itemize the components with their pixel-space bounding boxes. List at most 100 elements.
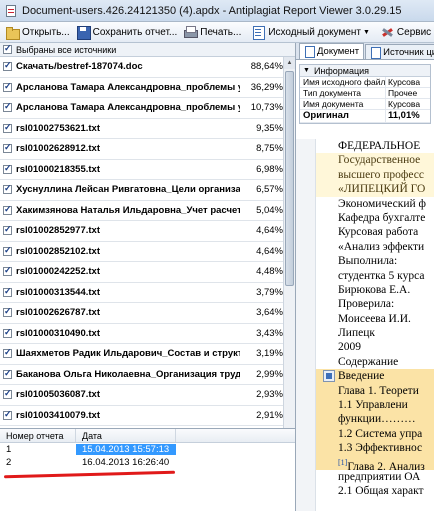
source-percent: 3,19% [256,348,283,360]
list-item[interactable]: rsl01002626787.txt 3,64% [0,303,283,324]
source-name: rsl01000242252.txt [16,266,100,278]
source-checkbox[interactable] [3,306,12,318]
document-line: Липецк [296,326,434,340]
source-percent: 2,99% [256,368,283,380]
table-row[interactable]: 1 15.04.2013 15:57:13 [0,443,295,456]
col-report-number[interactable]: Номер отчета [0,429,76,442]
document-icon [304,46,315,58]
source-percent: 5,04% [256,204,283,216]
document-line: Кафедра бухгалте [296,211,434,225]
document-pane: Документ Источник ци ▼ Информация Имя ис… [296,43,434,511]
list-item[interactable]: Баканова Ольга Николаевна_Организация тр… [0,365,283,385]
source-checkbox[interactable] [3,388,12,400]
source-checkbox[interactable] [3,347,12,359]
print-button[interactable]: Печать... [180,23,244,42]
source-checkbox[interactable] [3,224,12,236]
list-item[interactable]: Арсланова Тамара Александровна_проблемы … [0,78,283,98]
document-line-text: 1.1 Управлени [338,399,408,412]
document-line: 1.2 Система упра [296,426,434,442]
source-name: rsl01000310490.txt [16,327,100,339]
list-item[interactable]: rsl01002852977.txt 4,64% [0,221,283,242]
source-checkbox[interactable] [3,327,12,338]
document-line: Курсовая работа [296,225,434,239]
info-panel-header[interactable]: ▼ Информация [300,65,430,77]
source-percent: 8,75% [256,143,283,155]
list-item[interactable]: rsl01002852102.txt 4,64% [0,242,283,262]
document-line: Государственное [296,153,434,168]
document-line-text: ФЕДЕРАЛЬНОЕ [338,140,421,152]
document-line: 2009 [296,340,434,354]
list-item[interactable]: rsl01000218355.txt 6,98% [0,160,283,180]
tab-document[interactable]: Документ [299,43,365,59]
source-checkbox[interactable] [3,142,12,154]
list-item[interactable]: rsl01005036087.txt 2,93% [0,385,283,406]
list-item[interactable]: rsl01000310490.txt 3,43% [0,324,283,344]
source-checkbox[interactable] [3,183,12,195]
source-name: rsl01002852977.txt [16,225,100,237]
table-row[interactable]: 2 16.04.2013 16:26:40 [0,456,295,469]
source-name: rsl01000313544.txt [16,286,100,298]
document-line-text: Бирюкова Е.А. [338,283,411,296]
list-item[interactable]: Арсланова Тамара Александровна_проблемы … [0,98,283,119]
select-all-checkbox[interactable] [3,43,12,54]
scroll-up-icon[interactable]: ▲ [284,57,295,69]
list-item[interactable]: rsl01003410079.txt 2,91% [0,406,283,426]
source-checkbox[interactable] [3,265,12,277]
source-checkbox[interactable] [3,81,12,92]
document-line: 1.3 Эффективнос [296,441,434,456]
sources-pane: Выбраны все источники Скачать/bestref-18… [0,43,296,511]
document-line-text: Кафедра бухгалте [338,211,426,224]
list-item[interactable]: Хакимзянова Наталья Ильдаровна_Учет расч… [0,201,283,221]
document-line-text: Содержание [338,355,399,368]
document-line-text: «ЛИПЕЦКИЙ ГО [338,183,426,196]
source-document-dropdown[interactable]: Исходный документ ▼ [248,23,373,42]
source-percent: 4,48% [256,266,283,278]
footnote-marker[interactable]: [1] [338,458,347,467]
chevron-down-icon: ▼ [362,28,370,36]
source-checkbox[interactable] [3,286,12,297]
red-underline-annotation [3,470,176,479]
source-checkbox[interactable] [3,368,12,379]
list-item[interactable]: rsl01000242252.txt 4,48% [0,262,283,283]
source-checkbox[interactable] [3,163,12,174]
document-line: функции……… [296,412,434,427]
document-line-text: высшего професс [338,168,424,181]
tab-source[interactable]: Источник ци [365,44,434,59]
save-report-button[interactable]: Сохранить отчет... [73,23,181,42]
source-checkbox[interactable] [3,60,12,72]
list-item[interactable]: Хуснуллина Лейсан Ривгатовна_Цели органи… [0,180,283,201]
document-line: студентка 5 курса [296,269,434,283]
document-text: ФЕДЕРАЛЬНОЕ Государственное высшего профес… [296,139,434,511]
document-line-text: 2.1 Общая характ [338,485,424,498]
list-item[interactable]: rsl01002628912.txt 8,75% [0,139,283,160]
col-date[interactable]: Дата [76,429,176,442]
source-checkbox[interactable] [3,204,12,215]
document-gutter [296,139,316,511]
list-item[interactable]: Шаяхметов Радик Ильдарович_Состав и стру… [0,344,283,365]
list-item[interactable]: rsl01002753621.txt 9,35% [0,119,283,139]
list-item[interactable]: Скачать/bestref-187074.doc 88,64% [0,57,283,78]
source-checkbox[interactable] [3,101,12,113]
source-percent: 2,93% [256,389,283,401]
service-dropdown[interactable]: Сервис ▼ [377,23,434,42]
source-marker-icon[interactable] [323,370,335,383]
source-percent: 36,29% [250,81,283,93]
document-line: [1]Глава 2. Анализ [296,455,434,472]
document-line-text: Проверила: [338,298,395,311]
select-all-sources[interactable]: Выбраны все источники [0,43,295,57]
open-button[interactable]: Открыть... [2,23,73,42]
sources-scrollbar[interactable]: ▲ [283,57,295,467]
source-checkbox[interactable] [3,409,12,420]
document-line-text: функции……… [338,413,416,426]
document-line-text: 1.2 Система упра [338,427,423,440]
source-name: rsl01002628912.txt [16,143,100,155]
scroll-thumb[interactable] [285,71,294,286]
source-checkbox[interactable] [3,122,12,133]
document-line: ФЕДЕРАЛЬНОЕ [296,139,434,153]
document-line-text: предприятии ОА [338,470,421,483]
source-name: Хуснуллина Лейсан Ривгатовна_Цели органи… [16,184,241,196]
source-checkbox[interactable] [3,245,12,256]
source-percent: 3,64% [256,307,283,319]
document-line-text: Липецк [338,327,375,340]
list-item[interactable]: rsl01000313544.txt 3,79% [0,283,283,303]
